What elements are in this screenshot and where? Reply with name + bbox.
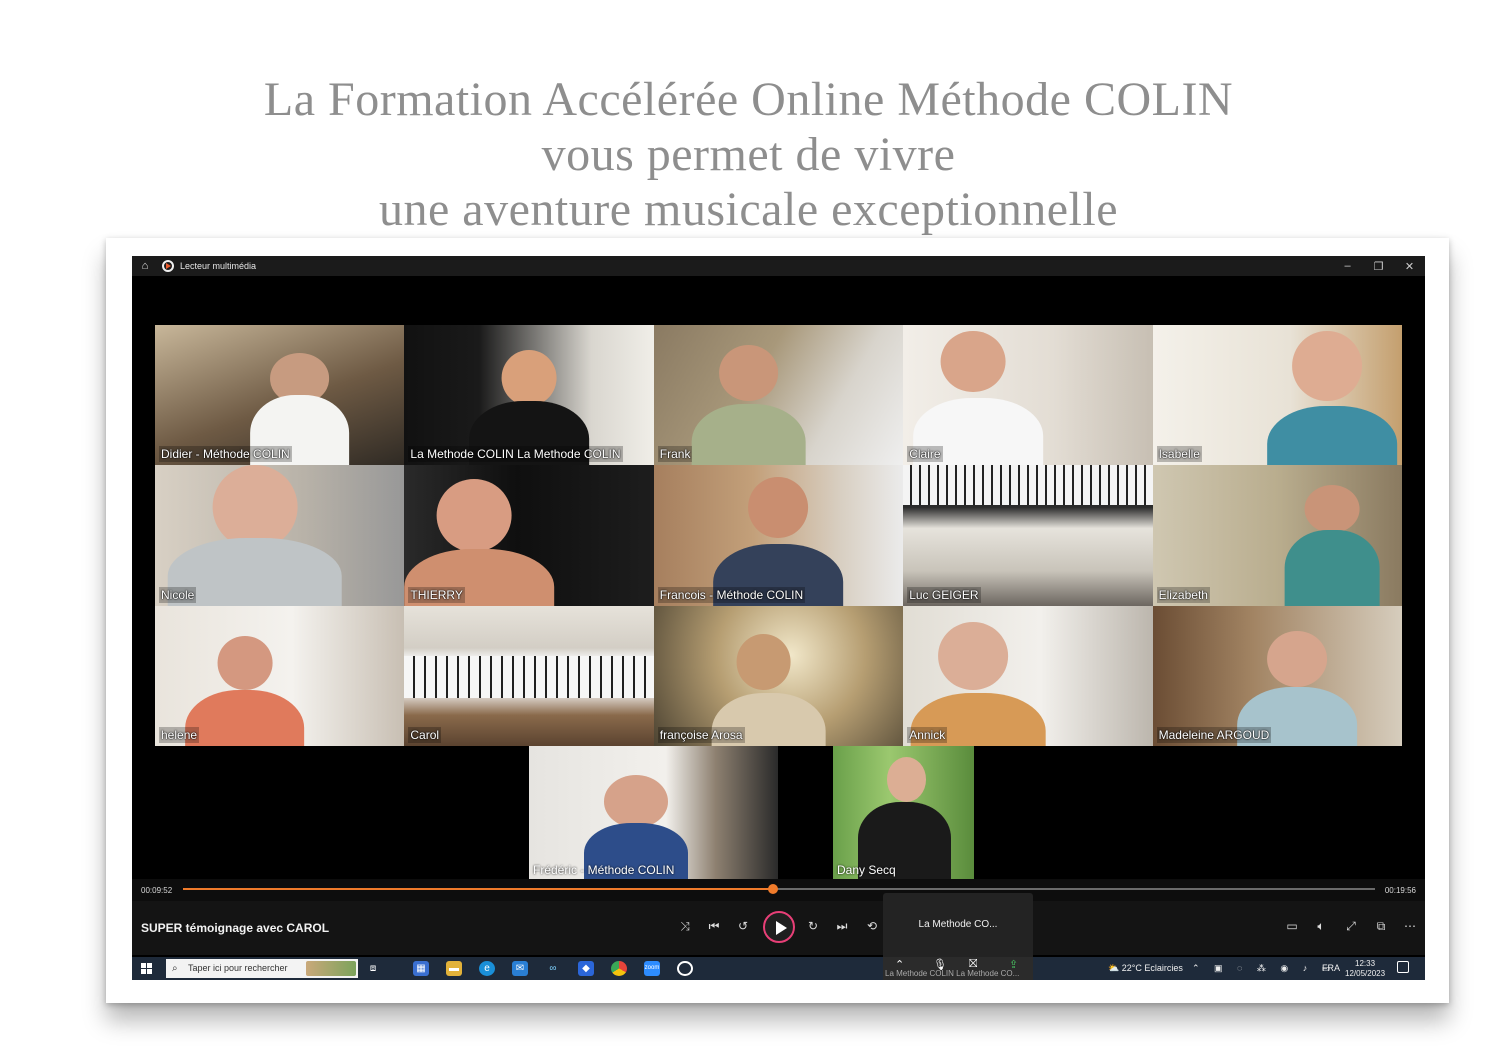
- task-view-icon[interactable]: ⧈: [365, 961, 381, 976]
- clock-time: 12:33: [1355, 959, 1376, 968]
- elapsed-time: 00:09:52: [141, 886, 173, 895]
- video-tile: Elizabeth: [1152, 465, 1402, 606]
- media-player-screen: ⌂ Lecteur multimédia – ❐ ✕ Didier - Méth…: [132, 256, 1425, 980]
- system-tray-icons[interactable]: ⌃ ▣ ◌ ⁂ ◉ ♪ ▭: [1192, 963, 1336, 974]
- taskbar-search-box[interactable]: ⌕ Taper ici pour rechercher: [166, 959, 358, 978]
- zoom-icon[interactable]: zoom: [644, 961, 660, 976]
- close-button[interactable]: ✕: [1394, 260, 1425, 273]
- video-tile: Isabelle: [1152, 325, 1402, 466]
- more-icon[interactable]: ⋯: [1400, 919, 1420, 933]
- fullscreen-icon[interactable]: ⤢: [1341, 919, 1361, 934]
- taskbar-clock[interactable]: 12:33 12/05/2023: [1345, 959, 1385, 979]
- video-tile: Carol: [404, 605, 654, 746]
- minimize-button[interactable]: –: [1332, 260, 1363, 272]
- participant-name: Isabelle: [1156, 446, 1202, 463]
- zoom-mini-bar-title: La Methode COLIN La Methode CO...: [885, 969, 1020, 978]
- seek-track[interactable]: [183, 884, 1375, 894]
- store-icon[interactable]: ▦: [413, 961, 429, 976]
- mini-view-icon[interactable]: ⧉: [1371, 919, 1391, 934]
- player-controls: SUPER témoignage avec CAROL ⤨ ⏮ ↺ ↻ ⏭ ⟲ …: [132, 893, 1425, 963]
- video-tile: Francois - Méthode COLIN: [653, 465, 904, 606]
- video-title: SUPER témoignage avec CAROL: [141, 921, 330, 935]
- video-tile: Luc GEIGER: [903, 465, 1153, 606]
- participant-name: Carol: [408, 726, 442, 743]
- participant-name: Frédéric - Méthode COLIN: [533, 863, 675, 877]
- video-tile: helene: [155, 605, 405, 746]
- participant-name: Luc GEIGER: [907, 586, 981, 603]
- participant-name: THIERRY: [408, 586, 465, 603]
- headline-line-2: vous permet de vivre: [541, 128, 956, 181]
- zoom-thumbnail-popup[interactable]: La Methode CO...: [883, 893, 1033, 963]
- video-tile: Frank: [653, 325, 904, 466]
- weather-icon: ⛅: [1108, 963, 1120, 973]
- participant-name: Nicole: [159, 586, 197, 603]
- edge-icon[interactable]: e: [479, 961, 495, 976]
- video-tile: Nicole: [155, 465, 405, 606]
- repeat-off-icon[interactable]: ⟲: [862, 919, 882, 933]
- participant-name: Claire: [907, 446, 943, 463]
- video-tile: La Methode COLIN La Methode COLIN: [404, 325, 654, 466]
- seek-handle[interactable]: [768, 884, 779, 894]
- video-tile: Didier - Méthode COLIN: [155, 325, 405, 466]
- participant-name: Francois - Méthode COLIN: [657, 586, 806, 603]
- subtitles-icon[interactable]: ▭: [1282, 919, 1302, 933]
- seek-bar[interactable]: 00:09:52 00:19:56: [132, 879, 1425, 901]
- headline: La Formation Accélérée Online Méthode CO…: [0, 72, 1497, 237]
- shuffle-icon[interactable]: ⤨: [675, 919, 695, 934]
- zoom-popup-label: La Methode CO...: [918, 919, 998, 930]
- video-tile: Dany Secq: [833, 746, 974, 879]
- media-player-taskbar-icon[interactable]: [677, 961, 693, 976]
- play-button[interactable]: [763, 911, 795, 943]
- next-icon[interactable]: ⏭: [832, 919, 852, 934]
- participant-name: Didier - Méthode COLIN: [159, 446, 292, 463]
- participant-name: françoise Arosa: [657, 726, 745, 743]
- participant-name: Elizabeth: [1156, 586, 1210, 603]
- windows-start-icon[interactable]: [141, 963, 152, 974]
- search-placeholder: Taper ici pour rechercher: [188, 963, 288, 973]
- video-tile: françoise Arosa: [653, 605, 904, 746]
- participant-name: Madeleine ARGOUD: [1156, 726, 1272, 743]
- infinity-app-icon[interactable]: ∞: [545, 961, 561, 976]
- weather-widget[interactable]: ⛅ 22°C Eclaircies: [1108, 963, 1183, 974]
- clock-date: 12/05/2023: [1345, 969, 1386, 978]
- headline-line-1: La Formation Accélérée Online Méthode CO…: [263, 73, 1234, 126]
- participant-name: helene: [159, 726, 200, 743]
- total-time: 00:19:56: [1384, 886, 1416, 895]
- participant-name: Annick: [907, 726, 948, 743]
- mail-icon[interactable]: ✉: [512, 961, 528, 976]
- volume-icon[interactable]: 🔈︎: [1311, 919, 1331, 934]
- participant-name: Frank: [657, 446, 693, 463]
- input-language[interactable]: FRA: [1322, 963, 1340, 973]
- rewind-10-icon[interactable]: ↺: [733, 919, 753, 933]
- dropbox-icon[interactable]: ◆: [578, 961, 594, 976]
- home-icon[interactable]: ⌂: [132, 260, 158, 272]
- file-explorer-icon[interactable]: ▬: [446, 961, 462, 976]
- zoom-meeting-mini-bar[interactable]: ⌃ 🎙︎ ⛝ ⇪ La Methode COLIN La Methode CO.…: [883, 957, 1033, 980]
- previous-icon[interactable]: ⏮: [704, 919, 724, 934]
- seek-progress: [183, 888, 774, 890]
- video-tile: Claire: [903, 325, 1153, 466]
- media-player-app-icon: [162, 260, 174, 272]
- restore-button[interactable]: ❐: [1363, 260, 1394, 273]
- participant-name: La Methode COLIN La Methode COLIN: [408, 446, 623, 463]
- windows-taskbar: ⌕ Taper ici pour rechercher ⧈ ▦ ▬ e ✉ ∞ …: [132, 957, 1425, 980]
- video-tile: Frédéric - Méthode COLIN: [529, 746, 778, 879]
- forward-30-icon[interactable]: ↻: [803, 919, 823, 933]
- headline-line-3: une aventure musicale exceptionnelle: [378, 183, 1118, 236]
- video-gallery: Didier - Méthode COLIN La Methode COLIN …: [155, 325, 1402, 746]
- video-tile: THIERRY: [404, 465, 654, 606]
- search-icon: ⌕: [172, 963, 178, 974]
- video-tile: Annick: [903, 605, 1153, 746]
- notification-center-icon[interactable]: [1397, 961, 1409, 973]
- weather-text: 22°C Eclaircies: [1121, 963, 1183, 973]
- window-titlebar: ⌂ Lecteur multimédia – ❐ ✕: [132, 256, 1425, 276]
- video-tile: Madeleine ARGOUD: [1152, 605, 1402, 746]
- window-title: Lecteur multimédia: [180, 261, 257, 271]
- participant-name: Dany Secq: [837, 863, 896, 877]
- search-highlight-image: [306, 961, 356, 976]
- chrome-icon[interactable]: [611, 961, 627, 976]
